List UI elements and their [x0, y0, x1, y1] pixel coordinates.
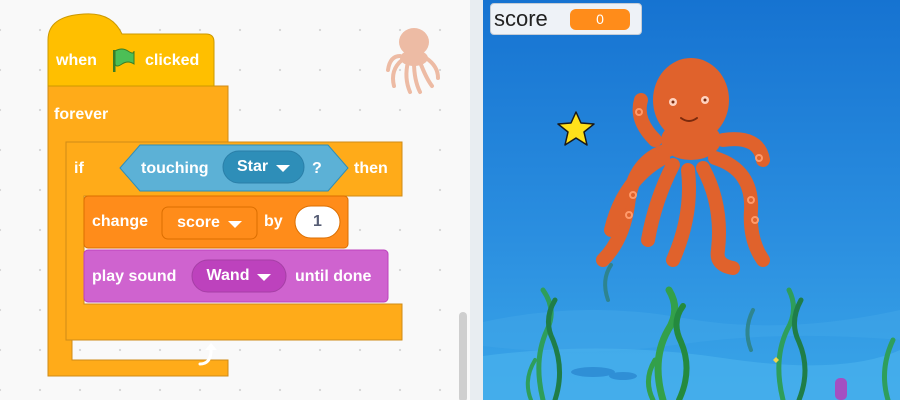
until-done-label: until done: [295, 268, 372, 285]
change-label: change: [92, 213, 149, 230]
hat-when-label: when: [56, 52, 97, 69]
stage[interactable]: [483, 0, 900, 400]
hat-clicked-label: clicked: [145, 52, 200, 69]
dropdown-caret-icon: [276, 164, 291, 172]
sound-name-label: Wand: [206, 267, 250, 284]
pane-divider: [470, 0, 483, 400]
touching-target-value[interactable]: Star: [223, 151, 304, 183]
variable-name-label: score: [177, 214, 220, 231]
coral-icon: [835, 378, 847, 400]
score-monitor-value: 0: [570, 9, 630, 30]
score-monitor[interactable]: score 0: [490, 3, 642, 35]
sound-dropdown-value[interactable]: Wand: [192, 260, 286, 292]
sprite-thumbnail-octopus-icon: [386, 28, 440, 94]
dropdown-caret-icon: [257, 273, 272, 281]
touching-question-mark: ?: [312, 160, 322, 177]
amount-value[interactable]: 1: [295, 206, 340, 238]
forever-label: forever: [54, 106, 109, 123]
variable-dropdown-value[interactable]: score: [162, 207, 257, 239]
then-label: then: [354, 160, 388, 177]
touching-target-label: Star: [236, 158, 269, 175]
code-area[interactable]: when clicked forever if touching Star ? …: [0, 0, 470, 400]
score-monitor-label: score: [494, 6, 548, 31]
stage-backdrop: [483, 0, 900, 400]
dropdown-caret-icon: [227, 220, 242, 228]
by-label: by: [264, 213, 283, 230]
when-flag-clicked-block[interactable]: [47, 13, 215, 87]
play-sound-label: play sound: [92, 268, 177, 285]
if-label: if: [74, 160, 84, 177]
code-area-scrollbar[interactable]: [459, 312, 467, 400]
touching-label: touching: [141, 160, 209, 177]
